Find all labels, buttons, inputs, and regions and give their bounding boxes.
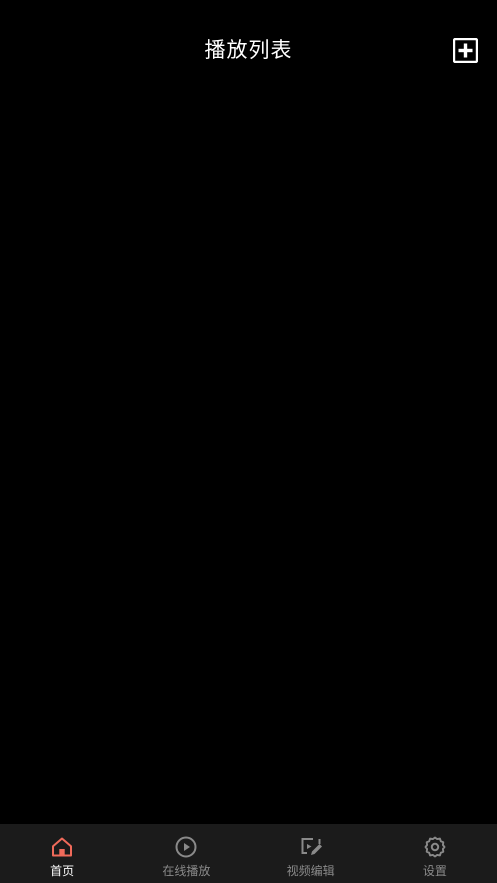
add-playlist-button[interactable]	[452, 37, 479, 64]
tab-home[interactable]: 首页	[0, 824, 124, 883]
play-circle-icon	[175, 836, 197, 858]
app-screen: 播放列表 首页 在线播放 视频编辑 设置	[0, 0, 497, 883]
plus-square-icon	[452, 37, 479, 64]
home-icon	[52, 837, 73, 857]
page-title: 播放列表	[204, 38, 293, 62]
tab-home-label: 首页	[50, 864, 75, 878]
playlist-content	[0, 100, 497, 824]
tab-video-edit-label: 视频编辑	[286, 864, 335, 878]
edit-video-icon	[301, 838, 322, 855]
tab-settings[interactable]: 设置	[373, 824, 497, 883]
tab-video-edit[interactable]: 视频编辑	[249, 824, 373, 883]
bottom-tab-bar: 首页 在线播放 视频编辑 设置	[0, 824, 497, 883]
tab-online-play[interactable]: 在线播放	[124, 824, 248, 883]
header: 播放列表	[0, 0, 497, 100]
tab-settings-label: 设置	[422, 864, 447, 878]
tab-online-play-label: 在线播放	[162, 864, 211, 878]
gear-icon	[424, 836, 446, 858]
